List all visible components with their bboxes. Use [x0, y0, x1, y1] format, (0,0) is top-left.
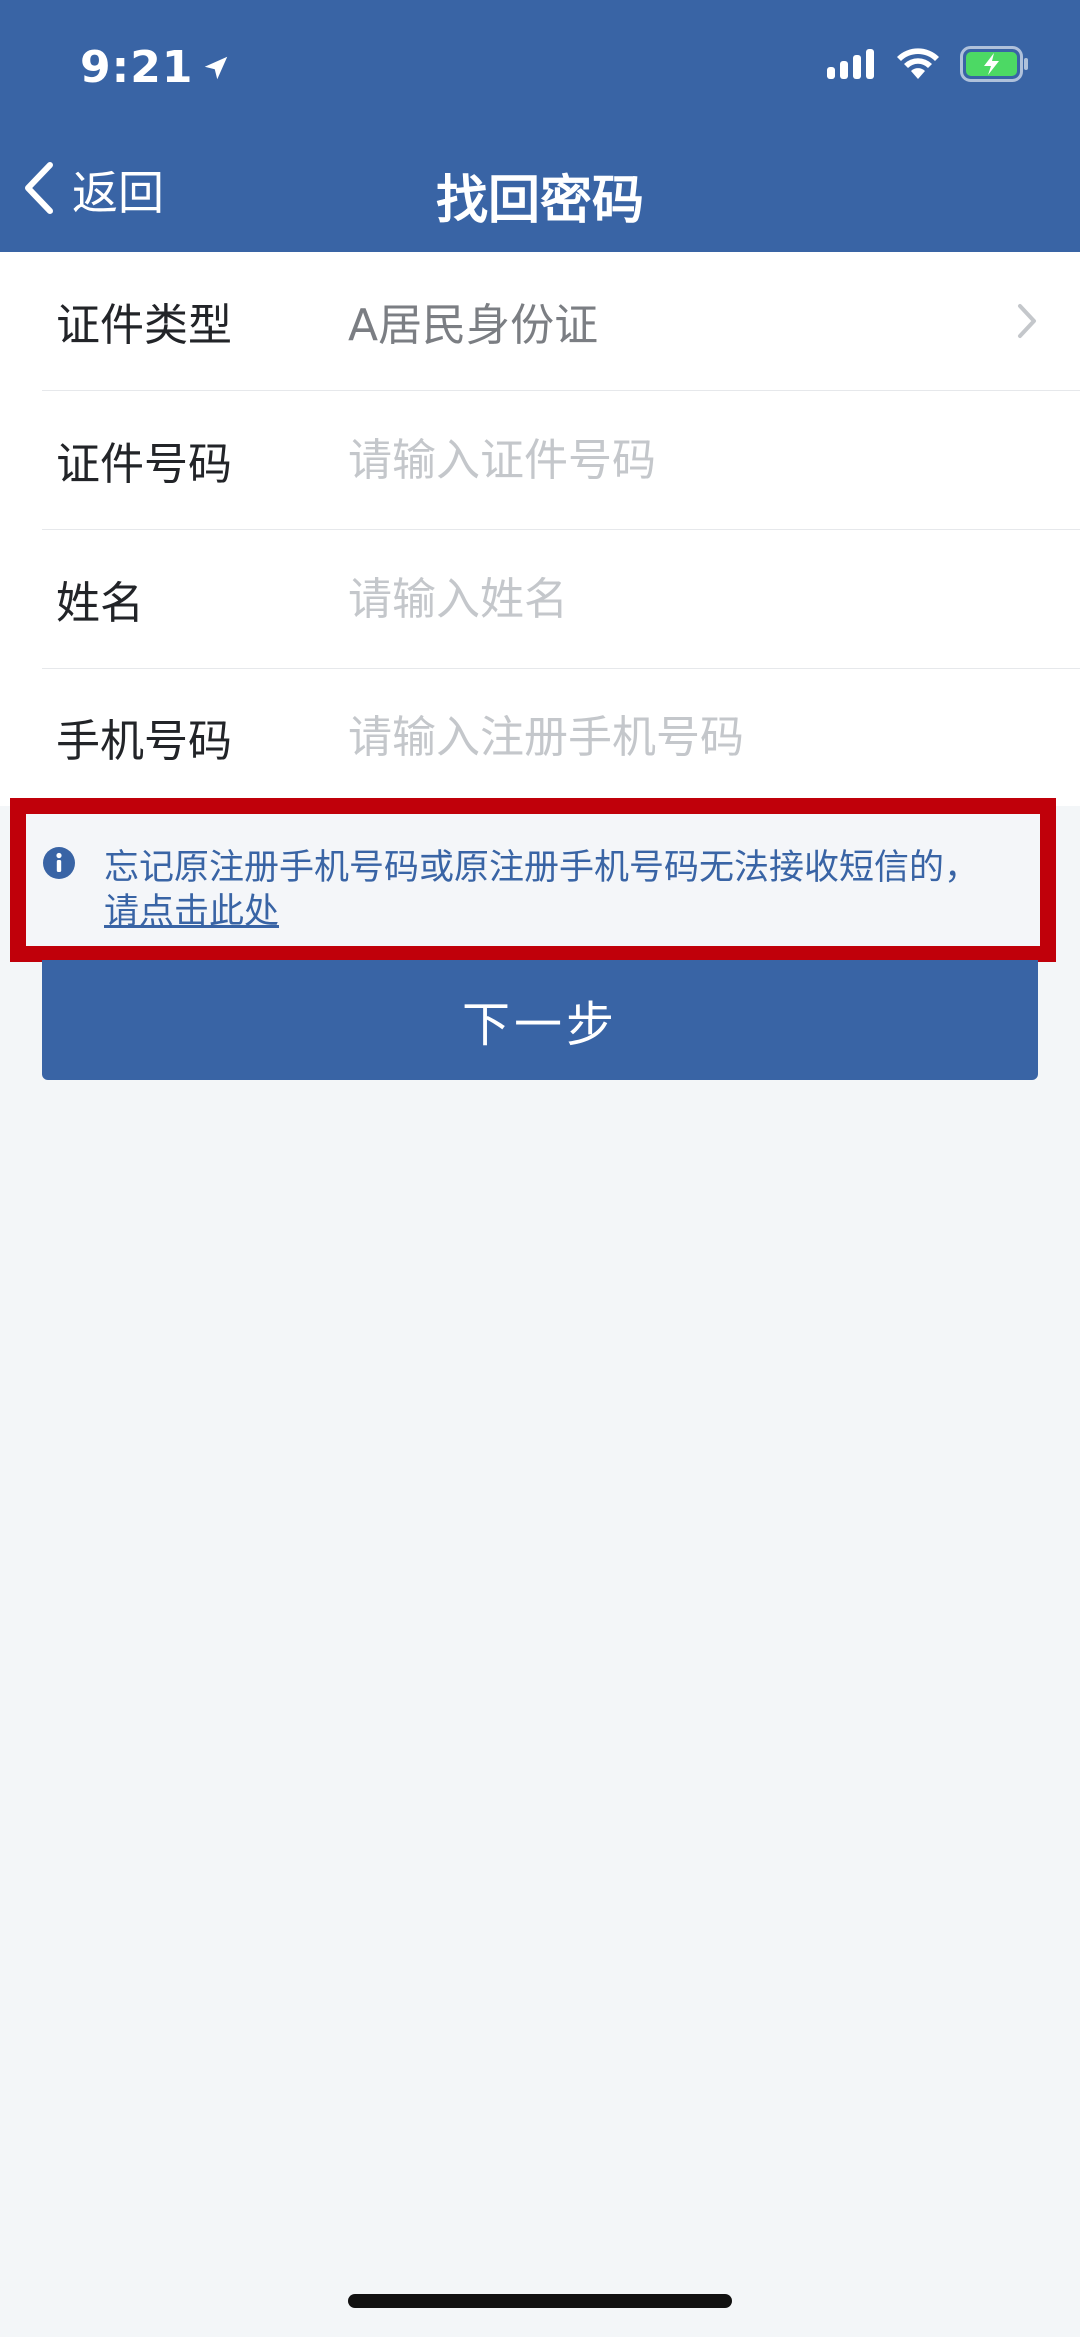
status-icons [826, 46, 1030, 86]
phone-row: 手机号码 [42, 668, 1080, 806]
wifi-icon [896, 47, 940, 85]
id-type-row[interactable]: 证件类型 A居民身份证 [42, 252, 1080, 391]
cellular-signal-icon [826, 47, 876, 85]
highlight-frame [10, 798, 1056, 962]
id-type-value: A居民身份证 [348, 300, 599, 351]
id-number-label: 证件号码 [56, 439, 232, 490]
chevron-right-icon [1016, 302, 1038, 340]
next-step-button[interactable]: 下一步 [42, 960, 1038, 1080]
battery-charging-icon [960, 46, 1030, 86]
name-row: 姓名 [42, 530, 1080, 669]
name-label: 姓名 [56, 578, 144, 629]
id-number-row: 证件号码 [42, 391, 1080, 530]
home-indicator[interactable] [348, 2294, 732, 2308]
find-password-form: 证件类型 A居民身份证 证件号码 姓名 手机号码 [0, 252, 1080, 806]
phone-input[interactable] [348, 711, 1008, 763]
name-input[interactable] [348, 573, 1008, 625]
id-number-input[interactable] [348, 434, 1008, 486]
phone-label: 手机号码 [56, 716, 232, 767]
location-arrow-icon [201, 53, 231, 83]
find-password-screen: 9:21 返回 找回密码 证件类型 A居民身份证 证件号码 请输入证件号码 姓名… [0, 0, 1080, 2337]
id-type-label: 证件类型 [56, 300, 232, 351]
header: 9:21 返回 找回密码 [0, 0, 1080, 252]
status-time-text: 9:21 [80, 42, 194, 93]
status-bar-time: 9:21 [80, 42, 231, 93]
page-title: 找回密码 [435, 171, 644, 231]
